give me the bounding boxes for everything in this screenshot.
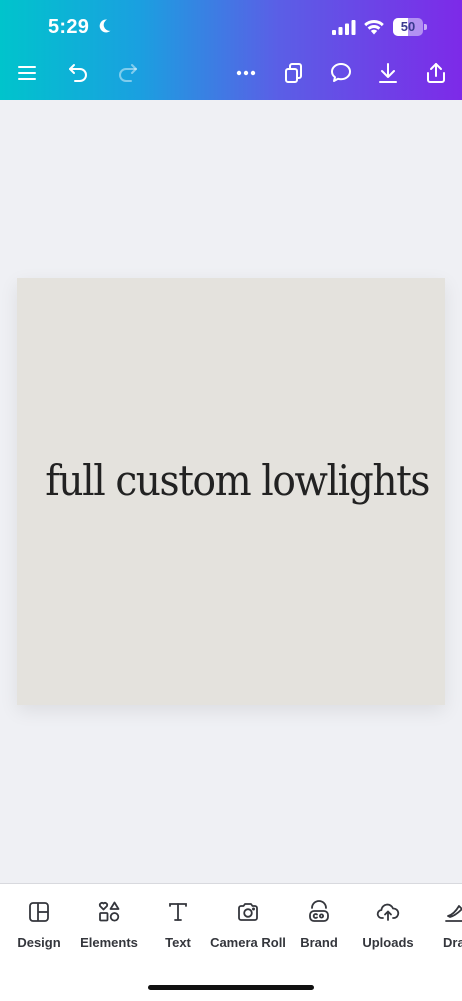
uploads-icon [376, 903, 400, 921]
top-toolbar: 5:29 50 [0, 0, 462, 100]
pages-button[interactable] [277, 58, 309, 88]
menu-button[interactable] [11, 58, 43, 88]
tool-text[interactable]: Text [146, 900, 210, 960]
home-indicator [148, 985, 314, 990]
undo-button[interactable] [62, 58, 94, 88]
status-time: 5:29 [48, 16, 90, 38]
more-icon [236, 70, 256, 76]
tool-label: Dra [443, 935, 462, 950]
cellular-signal-icon [332, 20, 356, 35]
share-icon [427, 63, 445, 83]
comment-button[interactable] [325, 58, 357, 88]
battery-percent: 50 [400, 19, 416, 34]
brand-icon [309, 900, 329, 922]
comment-icon [331, 63, 351, 82]
menu-icon [18, 66, 36, 80]
tool-label: Camera Roll [210, 935, 286, 950]
draw-icon [445, 905, 462, 922]
tool-camera-roll[interactable]: Camera Roll [208, 900, 288, 960]
tool-label: Text [165, 935, 191, 950]
redo-icon [119, 64, 137, 82]
tool-label: Design [17, 935, 61, 950]
moon-icon [99, 19, 111, 33]
tool-draw[interactable]: Dra [434, 900, 462, 960]
artboard[interactable]: full custom lowlights [17, 278, 445, 705]
tool-brand[interactable]: Brand [288, 900, 350, 960]
camera-icon [238, 903, 258, 921]
battery-indicator: 50 [393, 18, 427, 36]
bottom-toolbar: Design Elements Text Camera Roll Brand U… [0, 883, 462, 1001]
tool-label: Brand [300, 935, 338, 950]
design-icon [29, 902, 49, 922]
tool-label: Elements [80, 935, 138, 950]
tool-label: Uploads [362, 935, 414, 950]
download-button[interactable] [372, 58, 404, 88]
undo-icon [69, 64, 87, 82]
canvas-text[interactable]: full custom lowlights [45, 456, 430, 505]
download-icon [379, 63, 397, 83]
share-button[interactable] [420, 58, 452, 88]
text-icon [169, 903, 187, 921]
status-bar: 5:29 50 [0, 0, 462, 56]
pages-icon [285, 63, 302, 83]
wifi-icon [364, 19, 384, 35]
design-canvas-area: full custom lowlights [0, 100, 462, 883]
more-button[interactable] [230, 58, 262, 88]
tool-uploads[interactable]: Uploads [352, 900, 424, 960]
tool-elements[interactable]: Elements [72, 900, 146, 960]
redo-button[interactable] [112, 58, 144, 88]
tool-design[interactable]: Design [2, 900, 76, 960]
elements-icon [98, 901, 120, 922]
